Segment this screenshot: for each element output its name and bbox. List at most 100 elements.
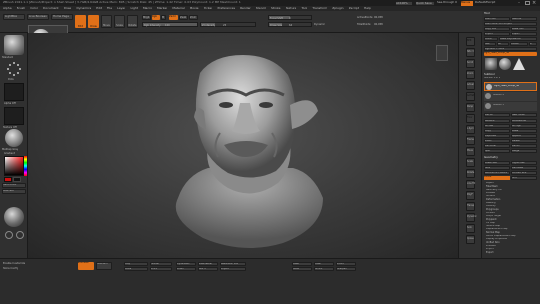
invert-mask-button[interactable]: Invert xyxy=(336,262,356,266)
color-picker[interactable] xyxy=(4,156,24,176)
sphere-tool-thumbnail[interactable] xyxy=(499,58,511,70)
ac-button[interactable]: AC100% xyxy=(395,0,413,6)
brush-thumbnail[interactable] xyxy=(4,35,24,55)
sharpen-mask-button[interactable]: Sharpen xyxy=(336,267,356,271)
visible-button[interactable]: Visible xyxy=(510,42,528,46)
dynamesh-button[interactable]: Dynamesh xyxy=(176,262,196,266)
menu-zscript[interactable]: Zscript xyxy=(349,7,359,11)
move-brush-button[interactable]: Move xyxy=(124,267,148,271)
settings-icon[interactable] xyxy=(5,231,13,239)
make-polymesh3d-button[interactable]: Make PolyMesh3D xyxy=(499,37,537,41)
transp-button[interactable]: Transp xyxy=(466,202,475,211)
switch-color-button[interactable]: SwitchColor xyxy=(2,183,26,188)
menu-zplugin[interactable]: Zplugin xyxy=(332,7,343,11)
subtool-item-2[interactable]: Subtool 2 xyxy=(484,92,537,101)
divide-button[interactable]: Divide xyxy=(484,176,510,180)
merge-button[interactable]: Merge xyxy=(511,149,537,153)
sdiv-slider[interactable]: SDiv xyxy=(484,166,510,170)
persp-button[interactable]: Persp xyxy=(466,103,475,112)
pinch-brush-button[interactable]: Pinch xyxy=(150,267,172,271)
focal-shift-slider[interactable]: Focal Shift 0 xyxy=(268,15,312,20)
polymesh-tool-thumbnail[interactable] xyxy=(513,58,525,70)
actual-button[interactable]: Actual xyxy=(466,81,475,90)
menu-marker[interactable]: Marker xyxy=(157,7,167,11)
dynamic-view-button[interactable]: Dynamic xyxy=(466,213,477,222)
copy-button[interactable]: Copy xyxy=(484,129,510,133)
live-boolean-button[interactable]: Live Boolean xyxy=(27,14,49,20)
edit-button[interactable]: Edit xyxy=(75,15,86,28)
mrgb-button[interactable]: Mrgb xyxy=(142,15,151,20)
load-tool-button[interactable]: Load Tool xyxy=(484,17,510,21)
lightbox-tools-button[interactable]: Lightbox > Tools xyxy=(484,47,537,51)
menu-help[interactable]: Help xyxy=(364,7,371,11)
delete-button[interactable]: Delete xyxy=(511,139,537,143)
alpha-thumbnail[interactable] xyxy=(4,83,24,101)
section-export[interactable]: Export xyxy=(484,251,537,254)
menu-dynamics[interactable]: Dynamics xyxy=(76,7,91,11)
stroke-thumbnail[interactable] xyxy=(6,61,22,77)
bpr-button[interactable]: BPR xyxy=(466,37,475,46)
zoom-button[interactable]: Zoom xyxy=(466,70,475,79)
all-low-button[interactable]: All Low xyxy=(484,124,510,128)
lightbox-button[interactable]: LightBox xyxy=(3,14,25,20)
texture-thumbnail[interactable] xyxy=(4,107,24,125)
shrink-mask-button[interactable]: Shrink xyxy=(314,267,334,271)
clear-mask-button[interactable]: Clear xyxy=(314,262,334,266)
hue-strip[interactable] xyxy=(24,156,27,176)
save-as-button[interactable]: Save As xyxy=(511,17,537,21)
matcap-thumbnail[interactable] xyxy=(4,207,24,227)
zmodeler-brush-button[interactable]: ZModeler xyxy=(78,262,94,270)
paste-tool-button[interactable]: Paste Tool xyxy=(511,27,537,31)
menu-macro[interactable]: Macro xyxy=(143,7,152,11)
rgb-intensity-slider[interactable]: Rgb Intensity 100 xyxy=(142,22,198,27)
menu-file[interactable]: File xyxy=(107,7,112,11)
all-button[interactable]: All xyxy=(497,42,509,46)
lsym-button[interactable]: L.Sym xyxy=(466,125,475,134)
scroll-button[interactable]: Scroll xyxy=(466,59,475,68)
xpose-button[interactable]: Xpose xyxy=(466,235,475,244)
rgb-button[interactable]: Rgb xyxy=(152,15,160,20)
tool-name[interactable]: Ogre_Head_Sculpt_48 xyxy=(484,52,537,56)
menu-picker[interactable]: Picker xyxy=(204,7,213,11)
scale-button[interactable]: Scale xyxy=(114,15,125,28)
see-through-slider[interactable]: See-through 0 xyxy=(437,1,459,4)
menu-material[interactable]: Material xyxy=(172,7,184,11)
all-high-button[interactable]: All High xyxy=(511,124,537,128)
menu-color[interactable]: Color xyxy=(30,7,38,11)
rotate-button[interactable]: Rotate xyxy=(127,15,138,28)
polyf-button[interactable]: PolyF xyxy=(466,191,475,200)
menu-document[interactable]: Document xyxy=(43,7,59,11)
del-other-button[interactable]: Del Other xyxy=(484,144,510,148)
higher-res-button[interactable]: Higher Res xyxy=(511,161,537,165)
zsub-button[interactable]: Zsub xyxy=(179,15,188,20)
store-config-button[interactable]: Store Config xyxy=(3,267,18,270)
menu-tool[interactable]: Tool xyxy=(301,7,307,11)
new-folder-button[interactable]: New Folder xyxy=(511,113,537,117)
subtool-item-3[interactable]: Subtool 3 xyxy=(484,102,537,111)
m-button[interactable]: M xyxy=(161,15,166,20)
floor-button[interactable]: Floor xyxy=(466,114,475,123)
menu-stroke[interactable]: Stroke xyxy=(271,7,281,11)
subtool-header[interactable]: Subtool xyxy=(484,73,495,76)
insert-button[interactable]: Insert xyxy=(484,139,510,143)
menu-edit[interactable]: Edit xyxy=(96,7,102,11)
alternate-button[interactable]: Alternate xyxy=(2,189,26,194)
material-thumbnail[interactable] xyxy=(5,129,23,147)
rename-button[interactable]: Rename xyxy=(484,119,510,123)
paste-button[interactable]: Paste xyxy=(511,129,537,133)
default-zscript[interactable]: DefaultZScript xyxy=(475,1,503,4)
copy-tool-button[interactable]: Copy Tool xyxy=(484,27,510,31)
scale-view-button[interactable]: Scale xyxy=(466,158,475,167)
maximize-icon[interactable] xyxy=(525,1,530,5)
menu-alpha[interactable]: Alpha xyxy=(3,7,12,11)
subtool-item-1[interactable]: Ogre_Head_Sculpt_48 xyxy=(484,82,537,91)
line-fill-button[interactable]: Line Fill xyxy=(466,180,475,189)
draw-button[interactable]: Draw xyxy=(88,15,99,28)
import-button[interactable]: Import xyxy=(484,32,510,36)
goz-button[interactable]: GoZ xyxy=(484,42,496,46)
z-intensity-slider[interactable]: Z Intensity 25 xyxy=(200,22,256,27)
tool-thumbnail[interactable] xyxy=(485,58,497,70)
solo-button[interactable]: Solo xyxy=(466,224,475,233)
quick-save-button[interactable]: Quick Save xyxy=(415,0,435,6)
list-all-button[interactable]: List All xyxy=(484,113,510,117)
